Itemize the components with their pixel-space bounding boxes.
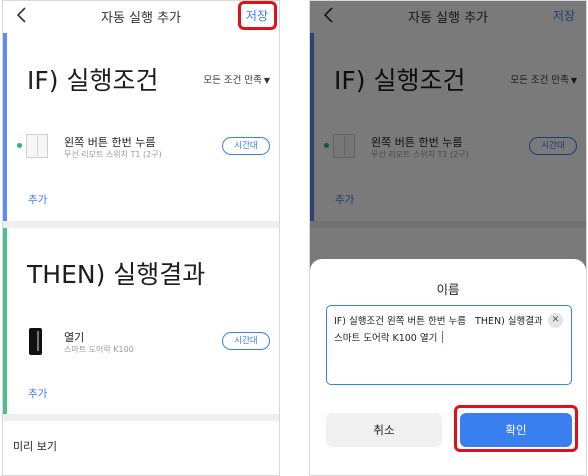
- if-section-bar: [3, 33, 7, 221]
- top-bar: 자동 실행 추가 저장: [3, 1, 279, 31]
- if-add-button[interactable]: 추가: [28, 192, 47, 207]
- preview-link[interactable]: 미리 보기: [13, 438, 57, 454]
- remote-switch-device-icon: [26, 134, 48, 158]
- door-lock-device-icon: [29, 328, 42, 355]
- section-divider: [3, 414, 279, 421]
- save-button[interactable]: 저장: [246, 7, 268, 24]
- naming-dialog-screen: 자동 실행 추가 저장 IF) 실행조건 모든 조건 만족▼ 왼쪽 버튼 한번 …: [309, 0, 587, 476]
- page-title: 자동 실행 추가: [100, 11, 182, 26]
- time-range-chip[interactable]: 시간대: [222, 137, 270, 155]
- name-input[interactable]: IF) 실행조건 왼쪽 버튼 한번 누름 THEN) 실행결과 스마트 도어락 …: [326, 305, 572, 385]
- then-add-button[interactable]: 추가: [28, 386, 47, 401]
- condition-mode-label: 모든 조건 만족: [203, 75, 262, 86]
- section-divider: [3, 221, 279, 228]
- then-section-bar: [3, 228, 7, 414]
- time-range-chip[interactable]: 시간대: [222, 332, 270, 350]
- confirm-button[interactable]: 확인: [460, 413, 572, 447]
- then-heading: THEN) 실행결과: [27, 260, 206, 289]
- then-item-title: 열기: [64, 331, 85, 344]
- name-input-value: IF) 실행조건 왼쪽 버튼 한번 누름 THEN) 실행결과 스마트 도어락 …: [334, 316, 546, 344]
- name-dialog: 이름 IF) 실행조건 왼쪽 버튼 한번 누름 THEN) 실행결과 스마트 도…: [310, 259, 586, 475]
- status-dot: [17, 143, 22, 148]
- dialog-title: 이름: [436, 282, 460, 297]
- cancel-button[interactable]: 취소: [326, 413, 442, 447]
- if-section: IF) 실행조건 모든 조건 만족▼ 왼쪽 버튼 한번 누름 무선 리모트 스위…: [3, 33, 279, 221]
- if-item-title: 왼쪽 버튼 한번 누름: [64, 136, 156, 149]
- then-item-subtitle: 스마트 도어락 K100: [64, 345, 134, 354]
- clear-icon[interactable]: ✕: [548, 313, 563, 328]
- if-heading: IF) 실행조건: [27, 66, 159, 95]
- then-section: THEN) 실행결과 열기 스마트 도어락 K100 시간대 추가: [3, 228, 279, 414]
- condition-mode-dropdown[interactable]: 모든 조건 만족▼: [203, 72, 270, 86]
- text-cursor: [442, 331, 444, 343]
- automation-screen: 자동 실행 추가 저장 IF) 실행조건 모든 조건 만족 ▼ 왼쪽 버튼 한번 …: [2, 0, 280, 476]
- if-item-subtitle: 무선 리모트 스위치 T1 (2구): [64, 150, 162, 159]
- dropdown-triangle-icon: ▼: [263, 76, 270, 85]
